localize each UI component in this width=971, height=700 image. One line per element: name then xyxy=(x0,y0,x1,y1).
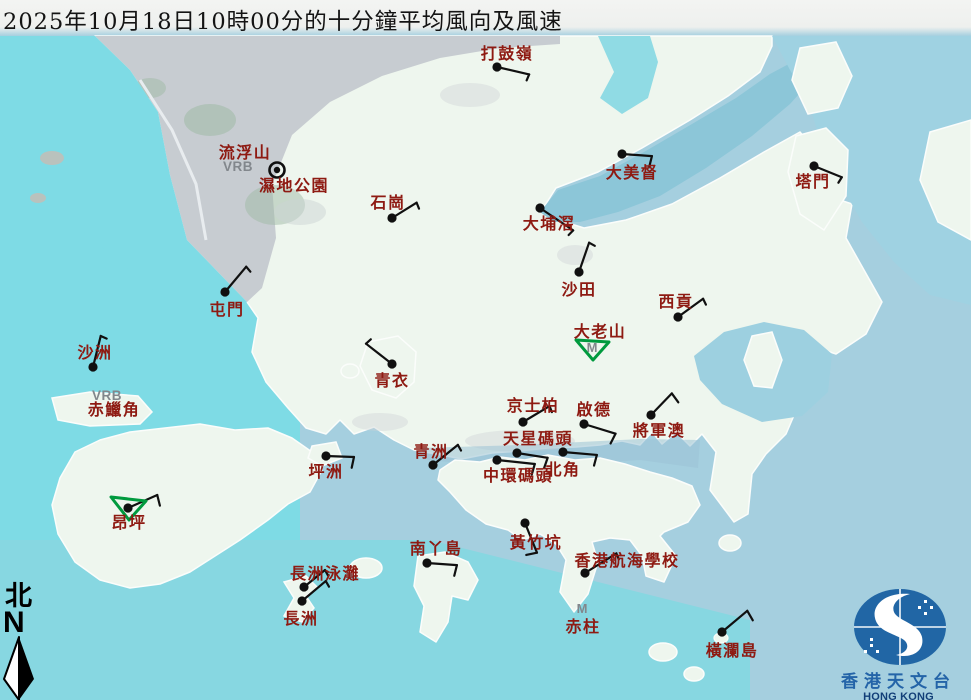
north-indicator: 北 N xyxy=(3,584,43,700)
station-label: 青衣 xyxy=(374,371,409,390)
station-label: 橫瀾島 xyxy=(706,641,759,660)
wind-map-screen: 打鼓嶺VRB流浮山濕地公園大美督塔門石崗大埔滘沙田屯門沙洲VRB赤鱲角西貢M大老… xyxy=(0,0,971,700)
station-label: 流浮山 xyxy=(219,143,272,162)
station-label: 塔門 xyxy=(795,172,830,191)
station-dot xyxy=(321,451,330,460)
shenzhen-green-patch xyxy=(184,104,236,136)
station-dot xyxy=(512,448,521,457)
station-label: 屯門 xyxy=(209,300,244,319)
station-dot xyxy=(809,161,818,170)
station-label: 打鼓嶺 xyxy=(481,44,534,63)
station-label: 長洲泳灘 xyxy=(290,564,360,583)
station-dot xyxy=(220,287,229,296)
island-deep-bay-1 xyxy=(40,151,64,165)
station-dot xyxy=(422,558,431,567)
urban-tsuen-wan xyxy=(352,413,408,431)
station-dot xyxy=(492,455,501,464)
station-label: 青洲 xyxy=(413,442,448,461)
station-dot xyxy=(717,627,726,636)
station-dot xyxy=(579,419,588,428)
urban-yuen-long xyxy=(274,199,326,225)
station-wetland-park: 濕地公園 xyxy=(259,176,329,195)
station-label: 沙田 xyxy=(561,280,596,299)
station-label: 京士柏 xyxy=(507,396,560,415)
hko-logo-icon xyxy=(826,582,971,668)
island-deep-bay-2 xyxy=(30,193,46,203)
station-dot xyxy=(673,312,682,321)
station-label: 沙洲 xyxy=(77,343,112,362)
station-dot xyxy=(646,410,655,419)
station-label: 赤柱 xyxy=(565,617,600,636)
island-ma-wan xyxy=(341,364,359,378)
station-label: 南丫島 xyxy=(410,539,463,558)
station-label: 天星碼頭 xyxy=(503,429,573,448)
station-label: 大老山 xyxy=(574,322,627,341)
station-label: 中環碼頭 xyxy=(483,466,553,485)
station-label: 香港航海學校 xyxy=(573,551,679,570)
island-tung-lung xyxy=(719,535,741,551)
station-dot xyxy=(299,582,308,591)
station-dot xyxy=(535,203,544,212)
station-dot xyxy=(387,359,396,368)
station-dot xyxy=(518,417,527,426)
station-label: 西貢 xyxy=(658,292,693,311)
station-label: 石崗 xyxy=(369,193,405,212)
north-arrow-icon xyxy=(3,636,37,700)
station-label: 大美督 xyxy=(606,163,659,182)
station-label: 啟德 xyxy=(576,400,611,419)
station-dot xyxy=(574,267,583,276)
station-dot xyxy=(492,62,501,71)
hko-name-cjk: 香港天文台 xyxy=(826,674,971,691)
station-label: 將軍澳 xyxy=(633,421,686,440)
station-dot xyxy=(387,213,396,222)
north-label-en: N xyxy=(3,610,43,636)
station-dot xyxy=(617,149,626,158)
station-label: 濕地公園 xyxy=(259,176,329,195)
island-po-toi-south xyxy=(684,667,704,681)
station-dot xyxy=(123,503,132,512)
station-label: 黃竹坑 xyxy=(509,533,563,552)
hko-logo: 香港天文台 HONG KONG OBSERVATORY xyxy=(826,582,971,700)
maintenance-m-mark: M xyxy=(587,340,598,355)
maintenance-m-mark: M xyxy=(577,601,588,616)
station-dot xyxy=(297,596,306,605)
station-dot xyxy=(558,447,567,456)
station-label: 大埔滘 xyxy=(523,214,576,233)
station-label: 長洲 xyxy=(283,609,318,628)
station-dot xyxy=(88,362,97,371)
calm-wind-dot xyxy=(274,167,280,173)
station-label: 赤鱲角 xyxy=(88,400,141,419)
urban-fanling xyxy=(440,83,500,107)
station-label: 昂坪 xyxy=(111,513,146,532)
hko-name-en: HONG KONG OBSERVATORY xyxy=(826,691,971,700)
island-po-toi xyxy=(649,643,677,661)
map-title: 2025年10月18日10時00分的十分鐘平均風向及風速 xyxy=(3,4,563,36)
station-dot xyxy=(428,460,437,469)
station-label: 坪洲 xyxy=(308,462,343,481)
station-dot xyxy=(520,518,529,527)
